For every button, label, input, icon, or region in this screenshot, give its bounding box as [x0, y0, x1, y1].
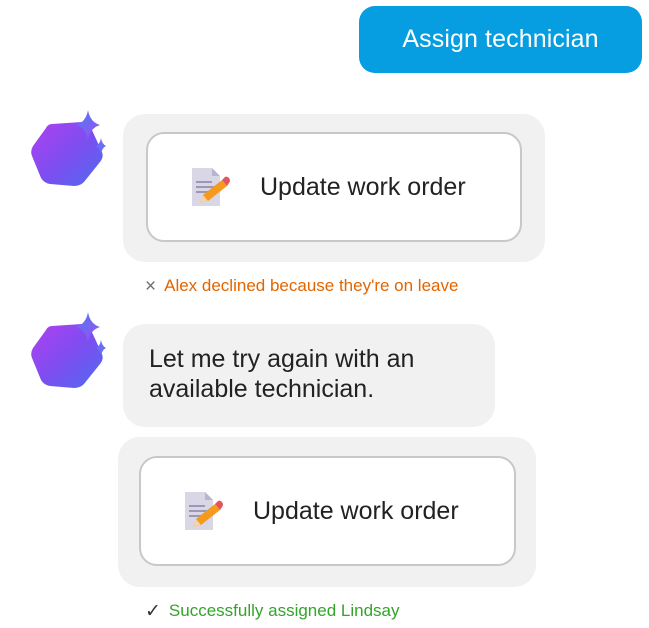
assistant-avatar: [28, 108, 108, 188]
update-work-order-card[interactable]: Update work order: [146, 132, 522, 242]
assistant-tool-call-panel: Update work order: [123, 114, 545, 262]
assistant-tool-call-panel: Update work order: [118, 437, 536, 587]
assistant-avatar: [28, 310, 108, 390]
update-work-order-card[interactable]: Update work order: [139, 456, 516, 566]
document-edit-icon: [192, 168, 230, 206]
tool-call-label: Update work order: [260, 172, 466, 201]
sparkle-hexagon-avatar-icon: [31, 110, 106, 186]
tool-call-status-success: ✓ Successfully assigned Lindsay: [145, 601, 400, 621]
status-text: Alex declined because they're on leave: [164, 276, 459, 295]
sparkle-hexagon-avatar-icon: [31, 312, 106, 388]
user-message-bubble: Assign technician: [359, 6, 642, 73]
tool-call-label: Update work order: [253, 496, 459, 525]
status-text: Successfully assigned Lindsay: [168, 601, 400, 620]
user-message-text: Assign technician: [402, 25, 599, 53]
assistant-message-bubble: Let me try again with an available techn…: [123, 324, 495, 427]
close-icon: ×: [145, 275, 157, 297]
tool-call-status-failed: × Alex declined because they're on leave: [145, 276, 458, 296]
document-edit-icon: [185, 492, 223, 530]
checkmark-icon: ✓: [145, 600, 161, 622]
assistant-message-text: Let me try again with an available techn…: [149, 345, 415, 403]
